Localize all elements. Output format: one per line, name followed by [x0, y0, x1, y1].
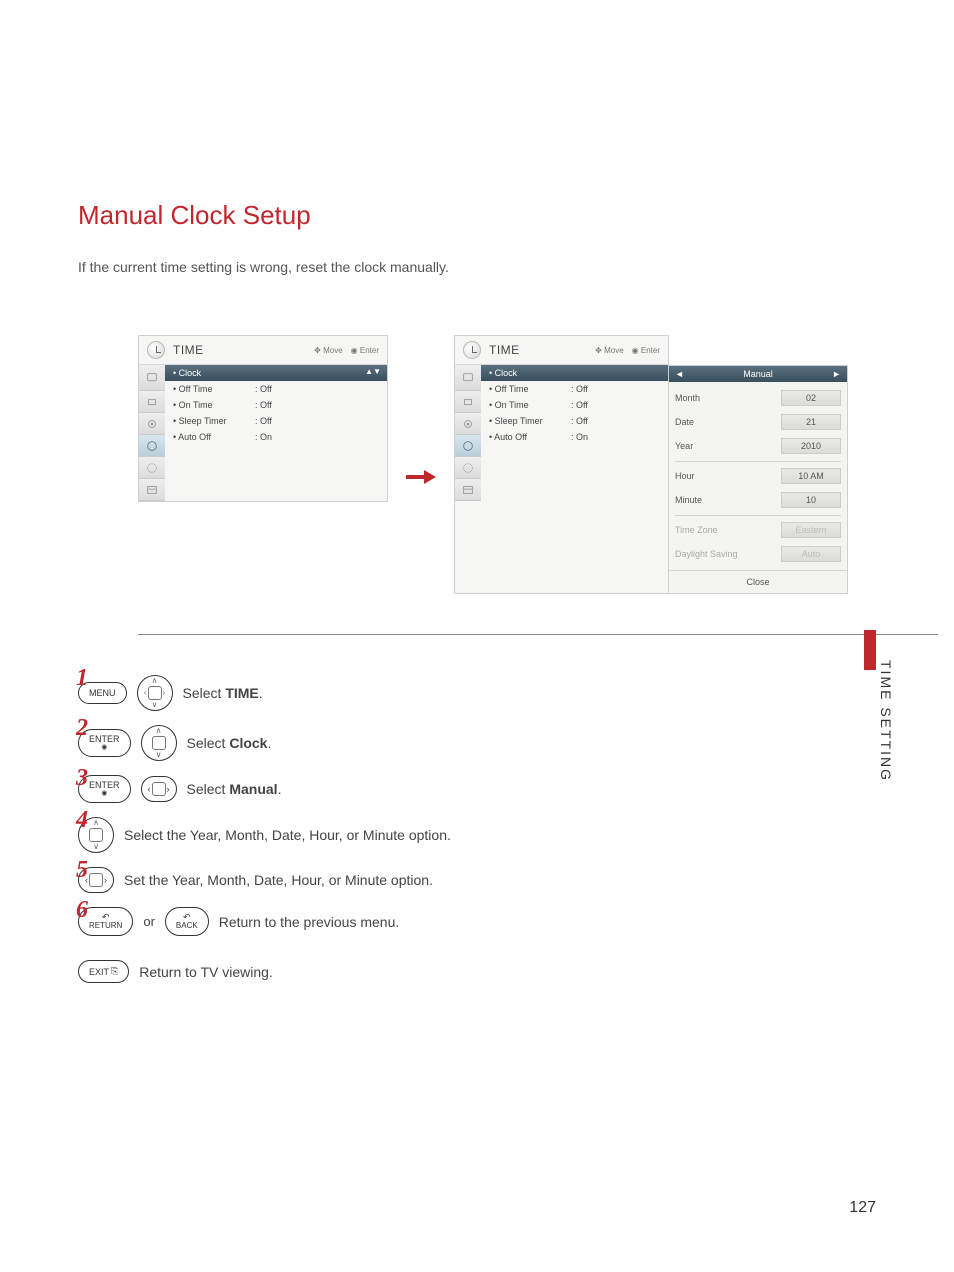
- osd-item-clock[interactable]: • Clock ▲▼: [165, 365, 387, 381]
- step-number: 4: [76, 807, 88, 834]
- tab-audio-icon: [139, 391, 165, 413]
- popup-row-hour[interactable]: Hour10 AM: [675, 461, 841, 488]
- popup-row-minute[interactable]: Minute10: [675, 488, 841, 512]
- step-text: Set the Year, Month, Date, Hour, or Minu…: [124, 872, 433, 888]
- osd-item-offtime[interactable]: • Off Time : Off: [165, 381, 387, 397]
- popup-row-date[interactable]: Date21: [675, 410, 841, 434]
- osd-item-sleeptimer[interactable]: • Sleep Timer : Off: [165, 413, 387, 429]
- chevron-left-icon: ◄: [675, 369, 684, 379]
- osd-row: TIME ✥ Move ◉ Enter • C: [138, 335, 938, 635]
- popup-mode-selector[interactable]: ◄ Manual ►: [669, 366, 847, 382]
- popup-row-timezone: Time ZoneEastern: [675, 515, 841, 542]
- tab-picture-icon: [139, 365, 165, 391]
- tab-lock-icon: [139, 457, 165, 479]
- clock-icon: [147, 341, 165, 359]
- tab-setup-icon: [139, 413, 165, 435]
- osd-title: TIME: [173, 343, 204, 357]
- page-number: 127: [849, 1199, 876, 1217]
- osd-item-ontime[interactable]: • On Time : Off: [165, 397, 387, 413]
- step-number: 5: [76, 857, 88, 884]
- step-number: 2: [76, 715, 88, 742]
- step-text: Return to TV viewing.: [139, 964, 273, 980]
- step-number: 3: [76, 765, 88, 792]
- step-text: Select TIME.: [183, 685, 263, 701]
- popup-row-year[interactable]: Year2010: [675, 434, 841, 458]
- exit-button[interactable]: EXIT⎘: [78, 960, 129, 983]
- osd-tabs: [139, 365, 165, 501]
- step-text: Select Clock.: [187, 735, 272, 751]
- osd-panel-2: TIME ✥ Move ◉ Enter: [454, 335, 669, 594]
- page-heading: Manual Clock Setup: [78, 200, 876, 231]
- section-tab-label: TIME SETTING: [878, 660, 894, 782]
- back-button[interactable]: ↶BACK: [165, 907, 209, 936]
- or-text: or: [143, 914, 155, 929]
- tab-time-icon: [139, 435, 165, 457]
- osd-hint: ✥ Move ◉ Enter: [314, 346, 379, 355]
- updown-icon: ▲▼: [365, 367, 381, 376]
- osd-panel-1: TIME ✥ Move ◉ Enter • C: [138, 335, 388, 502]
- step-number: 1: [76, 665, 88, 692]
- step-text: Select Manual.: [187, 781, 282, 797]
- step-text: Return to the previous menu.: [219, 914, 400, 930]
- popup-row-dst: Daylight SavingAuto: [675, 542, 841, 566]
- tab-option-icon: [139, 479, 165, 501]
- dpad-horizontal-button[interactable]: ‹›: [141, 776, 177, 802]
- popup-row-month[interactable]: Month02: [675, 386, 841, 410]
- osd-item-autooff[interactable]: • Auto Off : On: [165, 429, 387, 445]
- clock-manual-popup: ◄ Manual ► Month02 Date21 Year2010 Hour1…: [668, 365, 848, 594]
- arrow-right-icon: [406, 468, 436, 491]
- dpad-vertical-button[interactable]: ∧∨: [141, 725, 177, 761]
- dpad-button[interactable]: ∧‹›∨: [137, 675, 173, 711]
- step-text: Select the Year, Month, Date, Hour, or M…: [124, 827, 451, 843]
- chevron-right-icon: ►: [832, 369, 841, 379]
- intro-text: If the current time setting is wrong, re…: [78, 259, 876, 275]
- clock-icon: [463, 341, 481, 359]
- step-number: 6: [76, 897, 88, 924]
- popup-close-button[interactable]: Close: [669, 570, 847, 593]
- steps: 1 MENU ∧‹›∨ Select TIME. 2 ENTER◉ ∧∨ Sel…: [78, 675, 876, 983]
- osd-item-clock[interactable]: • Clock: [481, 365, 668, 381]
- section-tab-marker: [864, 630, 876, 670]
